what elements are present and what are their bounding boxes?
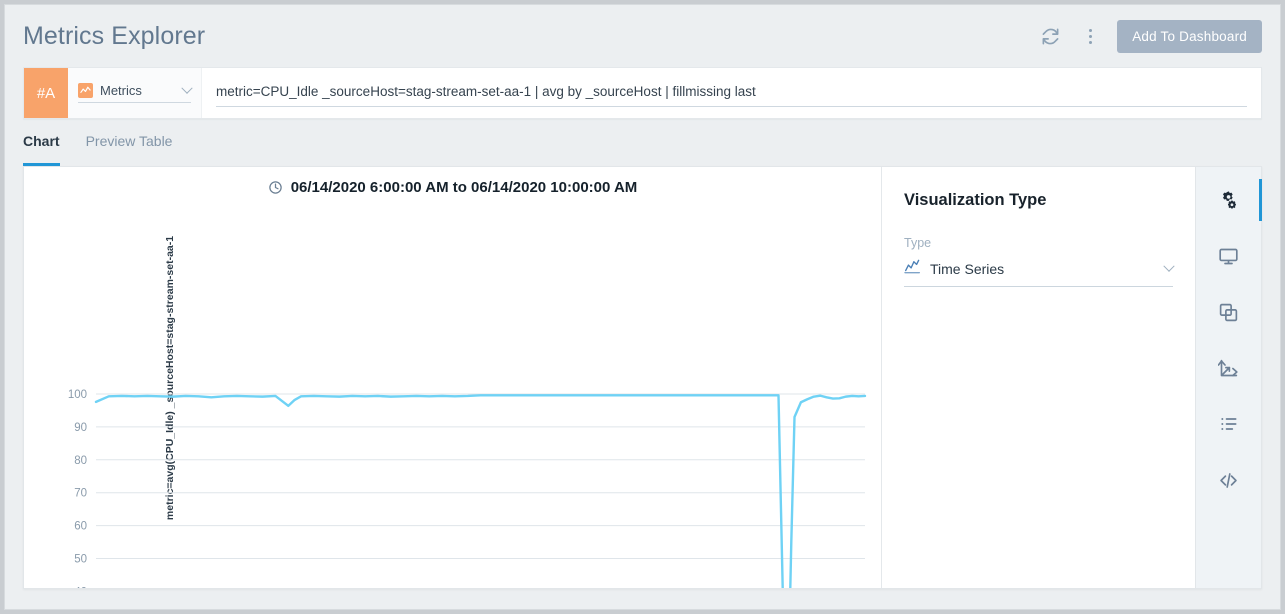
code-icon[interactable]: [1209, 461, 1249, 499]
query-input-wrap: [202, 68, 1261, 118]
svg-text:80: 80: [74, 455, 87, 467]
panel-settings-rail: [1195, 167, 1261, 588]
plot-svg: 010203040506070809010006:00 AM06:30 AM07…: [24, 167, 881, 588]
svg-text:50: 50: [74, 554, 87, 566]
kebab-menu-icon[interactable]: [1077, 23, 1103, 49]
query-source-selector[interactable]: Metrics: [68, 68, 202, 118]
time-series-icon: [904, 259, 921, 279]
visualization-pane: Visualization Type Type Time Series: [881, 167, 1195, 588]
layers-copy-icon[interactable]: [1209, 293, 1249, 331]
display-monitor-icon[interactable]: [1209, 237, 1249, 275]
query-source-label: Metrics: [100, 83, 142, 98]
query-input[interactable]: [216, 80, 1247, 107]
page-title: Metrics Explorer: [23, 22, 205, 51]
query-badge[interactable]: #A: [24, 68, 68, 118]
visualization-type-value: Time Series: [930, 261, 1004, 277]
tab-preview-table[interactable]: Preview Table: [86, 133, 173, 166]
header-actions: Add To Dashboard: [1037, 20, 1262, 53]
plot-area[interactable]: 010203040506070809010006:00 AM06:30 AM07…: [24, 167, 881, 588]
visualization-type-select[interactable]: Time Series: [904, 259, 1173, 287]
tab-chart[interactable]: Chart: [23, 133, 60, 166]
svg-text:60: 60: [74, 521, 87, 533]
refresh-icon[interactable]: [1037, 23, 1063, 49]
query-row: #A Metrics: [23, 67, 1262, 119]
panel-tabs: Chart Preview Table: [23, 133, 1262, 166]
chevron-down-icon: [181, 82, 192, 93]
svg-text:70: 70: [74, 488, 87, 500]
add-to-dashboard-button[interactable]: Add To Dashboard: [1117, 20, 1262, 53]
legend-list-icon[interactable]: [1209, 405, 1249, 443]
svg-text:40: 40: [74, 586, 87, 588]
metrics-chart-icon: [78, 83, 93, 98]
svg-text:100: 100: [68, 389, 87, 401]
chart-panel: 06/14/2020 6:00:00 AM to 06/14/2020 10:0…: [23, 166, 1262, 589]
visualization-heading: Visualization Type: [904, 191, 1173, 210]
svg-text:90: 90: [74, 422, 87, 434]
type-field-label: Type: [904, 236, 1173, 250]
page-header: Metrics Explorer Add To Dashboard: [5, 5, 1280, 67]
chart-pane: 06/14/2020 6:00:00 AM to 06/14/2020 10:0…: [24, 167, 881, 588]
axes-icon[interactable]: [1209, 349, 1249, 387]
chevron-down-icon: [1163, 261, 1174, 272]
settings-gears-icon[interactable]: [1209, 181, 1249, 219]
metrics-explorer-app: Metrics Explorer Add To Dashboard #A: [4, 4, 1281, 610]
